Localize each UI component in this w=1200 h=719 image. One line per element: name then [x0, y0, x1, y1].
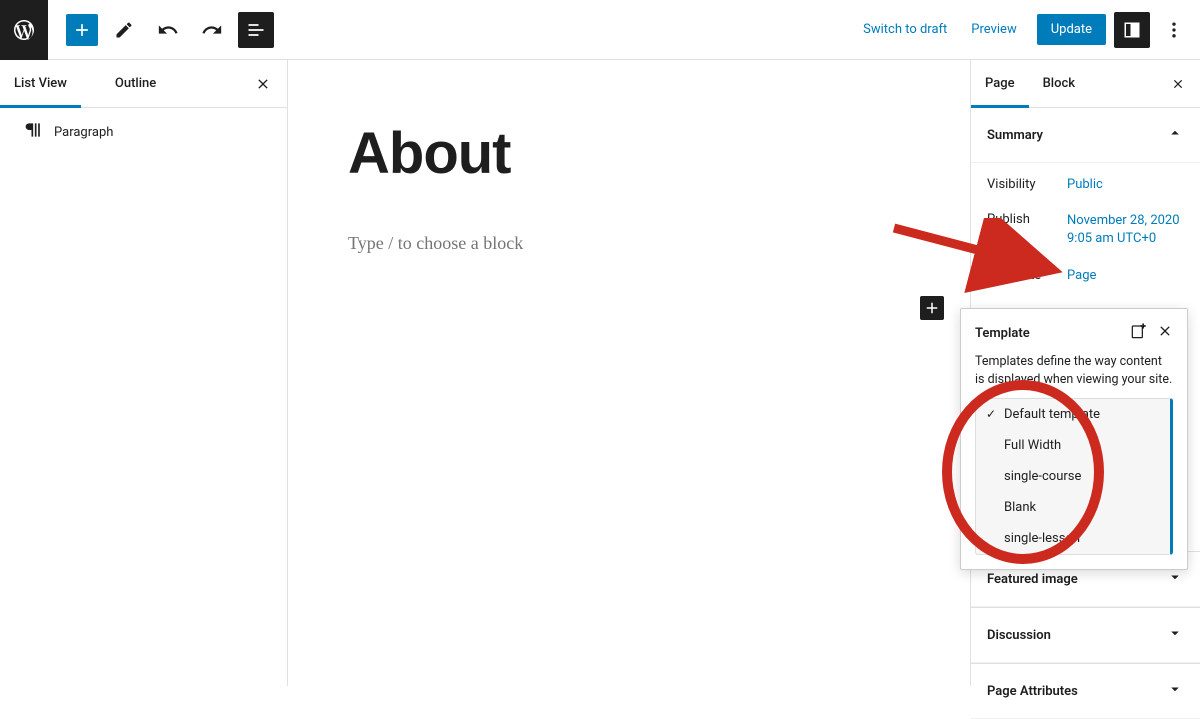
template-dropdown[interactable]: Default template Full Width single-cours…	[975, 398, 1173, 555]
popover-title: Template	[975, 326, 1121, 341]
template-option[interactable]: single-course	[976, 461, 1170, 492]
template-label: Template	[987, 268, 1067, 283]
tab-block[interactable]: Block	[1029, 60, 1089, 108]
list-item-label: Paragraph	[54, 125, 113, 140]
close-settings-button[interactable]	[1166, 72, 1190, 96]
block-placeholder[interactable]: Type / to choose a block	[348, 233, 910, 254]
tab-list-view[interactable]: List View	[0, 60, 81, 108]
edit-icon[interactable]	[106, 12, 142, 48]
update-button[interactable]: Update	[1037, 14, 1106, 45]
close-popover-button[interactable]	[1157, 323, 1173, 343]
list-view-toggle-icon[interactable]	[238, 12, 274, 48]
wordpress-logo[interactable]	[0, 0, 48, 60]
template-option[interactable]: Full Width	[976, 430, 1170, 461]
redo-icon[interactable]	[194, 12, 230, 48]
template-option[interactable]: single-lesson	[976, 523, 1170, 554]
template-value[interactable]: Page	[1067, 268, 1184, 283]
chevron-up-icon	[1166, 124, 1184, 146]
list-item-paragraph[interactable]: Paragraph	[0, 108, 287, 156]
paragraph-icon	[24, 120, 44, 144]
template-option[interactable]: Default template	[976, 399, 1170, 430]
switch-to-draft-link[interactable]: Switch to draft	[851, 14, 959, 45]
page-title[interactable]: About	[348, 120, 910, 187]
chevron-down-icon	[1166, 624, 1184, 646]
publish-value[interactable]: November 28, 2020 9:05 am UTC+0	[1067, 212, 1184, 248]
section-summary-header[interactable]: Summary	[971, 108, 1200, 163]
section-title: Featured image	[987, 572, 1078, 587]
undo-icon[interactable]	[150, 12, 186, 48]
visibility-label: Visibility	[987, 177, 1067, 192]
add-block-button[interactable]	[66, 14, 98, 46]
close-list-view-button[interactable]	[251, 72, 275, 96]
settings-panel-toggle[interactable]	[1114, 12, 1150, 48]
list-view-panel: List View Outline Paragraph	[0, 60, 288, 686]
template-option[interactable]: Blank	[976, 492, 1170, 523]
section-title: Summary	[987, 128, 1043, 143]
more-options-button[interactable]	[1156, 12, 1192, 48]
section-page-attributes-header[interactable]: Page Attributes	[971, 663, 1200, 719]
editor-canvas[interactable]: About Type / to choose a block	[288, 60, 970, 686]
chevron-down-icon	[1166, 680, 1184, 702]
chevron-down-icon	[1166, 568, 1184, 590]
visibility-value[interactable]: Public	[1067, 177, 1184, 192]
section-title: Page Attributes	[987, 684, 1078, 699]
section-discussion-header[interactable]: Discussion	[971, 607, 1200, 663]
section-title: Discussion	[987, 628, 1051, 643]
publish-label: Publish	[987, 212, 1067, 227]
tab-outline[interactable]: Outline	[101, 60, 170, 108]
preview-link[interactable]: Preview	[959, 14, 1028, 45]
tab-page[interactable]: Page	[971, 60, 1029, 108]
inline-add-block-button[interactable]	[920, 296, 944, 320]
popover-description: Templates define the way content is disp…	[961, 353, 1187, 398]
template-popover: Template Templates define the way conten…	[960, 308, 1188, 570]
new-template-icon[interactable]	[1129, 321, 1149, 345]
